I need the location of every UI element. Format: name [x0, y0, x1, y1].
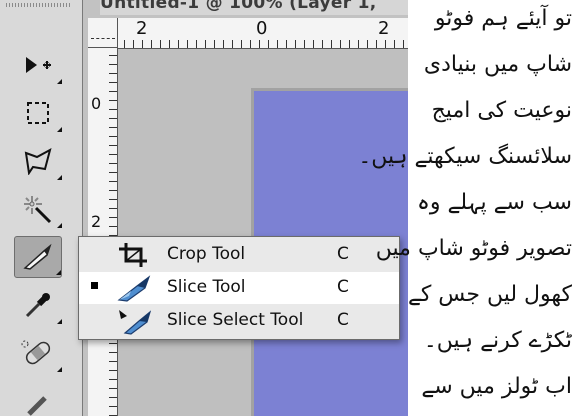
shortcut-key: C — [337, 310, 349, 330]
panel-grip[interactable] — [6, 3, 70, 7]
menu-item-slice-select-tool[interactable]: Slice Select Tool C — [79, 305, 399, 337]
ruler-origin[interactable] — [88, 18, 118, 48]
article-line: سلائسنگ سیکھتے ہیں۔ — [358, 144, 572, 169]
article-line: اب ٹولز میں سے — [421, 374, 572, 399]
article-line: تصویر فوٹو شاپ میں — [375, 236, 572, 261]
shortcut-key: C — [337, 277, 349, 297]
ruler-v-label: 2 — [91, 212, 102, 231]
document-title: Untitled-1 @ 100% (Layer 1, — [100, 0, 408, 15]
bandage-icon — [21, 340, 51, 365]
eyedropper-tool[interactable] — [14, 284, 62, 326]
workspace — [118, 49, 408, 416]
crop-icon — [119, 243, 147, 267]
article-line: ٹکڑے کرنے ہیں۔ — [423, 328, 572, 353]
menu-item-label: Slice Tool — [167, 277, 246, 297]
photoshop-screenshot: 2 0 2 0 2 Untitled-1 @ 100% (Layer 1, Cr… — [0, 0, 408, 416]
article-line: تو آیئے ہم فوٹو — [434, 6, 572, 31]
magic-wand-tool[interactable] — [14, 188, 62, 230]
slice-icon — [23, 243, 52, 270]
menu-item-slice-tool[interactable]: Slice Tool C — [79, 272, 399, 304]
eyedropper-icon — [25, 293, 50, 318]
brush-icon — [27, 396, 47, 416]
rect-marquee-icon — [27, 102, 49, 124]
menu-item-crop-tool[interactable]: Crop Tool C — [79, 239, 399, 271]
slice-tool[interactable] — [14, 236, 62, 278]
move-tool[interactable] — [14, 44, 62, 86]
urdu-article-text: تو آیئے ہم فوٹو شاپ میں بنیادی نوعیت کی … — [358, 0, 578, 416]
slice-select-icon — [119, 310, 151, 335]
article-line: نوعیت کی امیج — [431, 98, 572, 123]
magic-wand-icon — [24, 196, 52, 224]
lasso-tool[interactable] — [14, 140, 62, 182]
healing-brush-tool[interactable] — [14, 332, 62, 374]
ruler-v-label: 0 — [91, 94, 102, 113]
brush-tool[interactable] — [14, 380, 62, 416]
ruler-h-label: 2 — [136, 18, 148, 39]
article-line: سب سے پہلے وہ — [416, 190, 572, 215]
slice-tool-flyout-menu: Crop Tool C Slice Tool C Slice Select To… — [78, 236, 400, 340]
ruler-h-label: 2 — [378, 18, 390, 39]
marquee-tool[interactable] — [14, 92, 62, 134]
vertical-ruler[interactable]: 0 2 — [88, 48, 118, 416]
ruler-h-label: 0 — [256, 18, 268, 39]
move-icon — [26, 57, 51, 73]
shortcut-key: C — [337, 244, 349, 264]
tools-panel — [0, 0, 83, 416]
menu-item-label: Crop Tool — [167, 244, 246, 264]
menu-item-label: Slice Select Tool — [167, 310, 304, 330]
article-line: شاپ میں بنیادی — [423, 52, 572, 77]
slice-icon — [117, 275, 151, 302]
selected-bullet-icon — [91, 282, 98, 289]
polygon-lasso-icon — [24, 148, 52, 175]
horizontal-ruler[interactable]: 2 0 2 — [88, 18, 408, 49]
article-line: کھول لیں جس کے — [407, 282, 572, 307]
